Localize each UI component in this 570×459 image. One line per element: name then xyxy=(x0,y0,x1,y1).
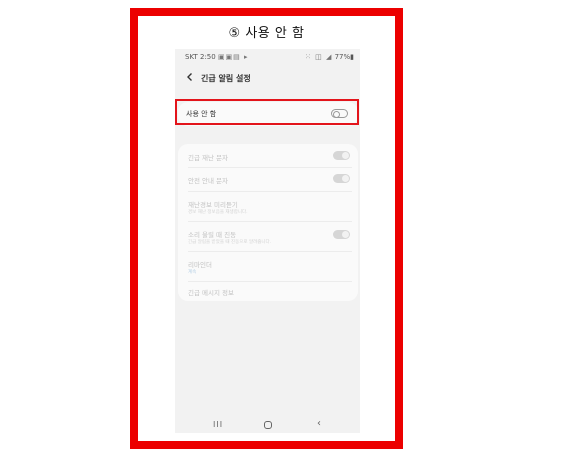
page-title: 긴급 알림 설정 xyxy=(201,74,251,83)
list-item-label: 재난경보 미리듣기 xyxy=(188,201,238,209)
list-item-reminder[interactable]: 리마인더 계속 xyxy=(178,252,358,280)
list-item-label: 리마인더 xyxy=(188,261,212,269)
app-bar: 긴급 알림 설정 xyxy=(175,65,360,91)
chevron-left-icon[interactable] xyxy=(184,71,196,83)
master-toggle-off[interactable] xyxy=(331,109,348,118)
recent-apps-icon[interactable]: III xyxy=(213,420,223,429)
list-item-vibrate[interactable]: 소리 울릴 때 진동 긴급 알림을 받았을 때 진동으로 알려줍니다. xyxy=(178,222,358,250)
master-switch-card[interactable]: 사용 안 함 xyxy=(178,102,358,126)
list-item-sub: 경보 재난 정보음을 재생합니다. xyxy=(188,210,248,215)
list-item-sub: 긴급 알림을 받았을 때 진동으로 알려줍니다. xyxy=(188,240,272,245)
master-switch-label: 사용 안 함 xyxy=(186,110,217,118)
list-item-emergency-disaster[interactable]: 긴급 재난 문자 xyxy=(178,144,358,166)
battery-level: 77%▮ xyxy=(334,53,354,61)
toggle-disabled xyxy=(333,151,350,160)
back-icon[interactable]: ‹ xyxy=(317,418,321,429)
status-right: ⁙ ◫ ◢ 77%▮ xyxy=(305,53,354,61)
carrier-time: SKT 2:50 xyxy=(185,53,216,61)
toggle-disabled xyxy=(333,174,350,183)
status-bar: SKT 2:50 ▣▣▤ ▸ ⁙ ◫ ◢ 77%▮ xyxy=(175,49,360,65)
settings-list-card: 긴급 재난 문자 안전 안내 문자 재난경보 미리듣기 경보 재난 정보음을 재… xyxy=(178,144,358,301)
red-border-frame: ⑤ 사용 안 함 SKT 2:50 ▣▣▤ ▸ ⁙ ◫ ◢ 77%▮ 긴급 알림… xyxy=(130,8,403,449)
signal-icons: ⁙ ◫ ◢ xyxy=(305,53,333,61)
navigation-bar: III ‹ xyxy=(175,417,360,433)
home-icon[interactable] xyxy=(264,421,272,429)
list-item-label: 긴급 재난 문자 xyxy=(188,154,229,162)
list-item-message-info[interactable]: 긴급 메시지 정보 xyxy=(178,282,358,301)
list-item-safety-guide[interactable]: 안전 안내 문자 xyxy=(178,168,358,190)
toggle-knob xyxy=(333,110,340,118)
status-left: SKT 2:50 ▣▣▤ ▸ xyxy=(185,53,249,61)
list-item-label: 안전 안내 문자 xyxy=(188,177,229,185)
list-item-alert-preview[interactable]: 재난경보 미리듣기 경보 재난 정보음을 재생합니다. xyxy=(178,192,358,220)
phone-screen: SKT 2:50 ▣▣▤ ▸ ⁙ ◫ ◢ 77%▮ 긴급 알림 설정 사용 안 … xyxy=(175,49,360,433)
step-caption: ⑤ 사용 안 함 xyxy=(228,26,305,41)
notification-icons: ▣▣▤ ▸ xyxy=(217,53,249,61)
list-item-sub: 계속 xyxy=(188,270,197,275)
list-item-label: 긴급 메시지 정보 xyxy=(188,289,234,297)
toggle-disabled xyxy=(333,230,350,239)
list-item-label: 소리 울릴 때 진동 xyxy=(188,231,237,239)
